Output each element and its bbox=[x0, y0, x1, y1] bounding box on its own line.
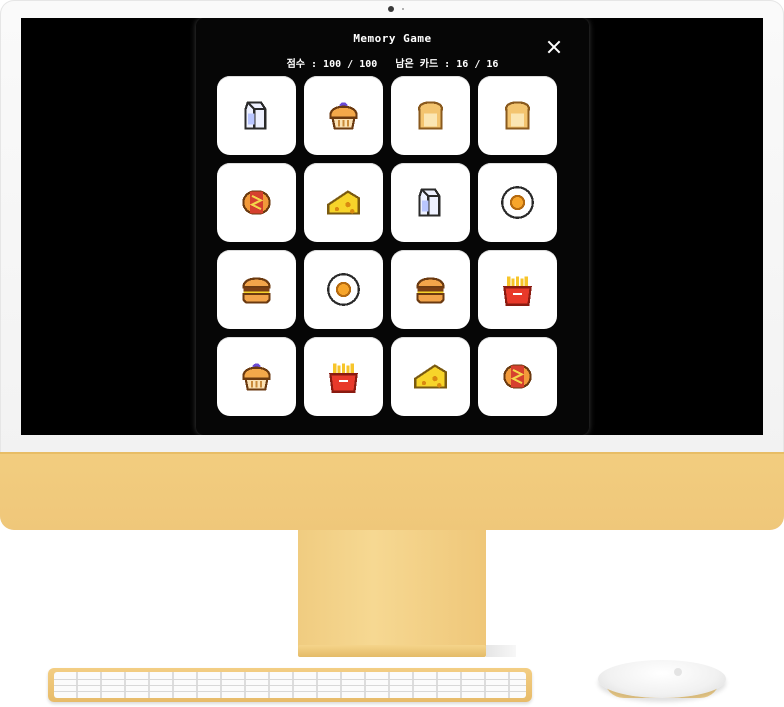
memory-card[interactable] bbox=[478, 163, 557, 242]
score-max: 100 bbox=[359, 59, 378, 70]
close-icon[interactable] bbox=[547, 40, 561, 54]
score-value: 100 bbox=[323, 59, 342, 70]
memory-card[interactable] bbox=[478, 76, 557, 155]
memory-card[interactable] bbox=[304, 76, 383, 155]
memory-card[interactable] bbox=[391, 337, 470, 416]
mouse bbox=[598, 660, 726, 698]
screen: Memory Game 점수 : 100 / 100 남은 카드 : 16 / … bbox=[21, 18, 763, 435]
memory-card[interactable] bbox=[478, 250, 557, 329]
memory-card[interactable] bbox=[304, 250, 383, 329]
camera-sensor bbox=[402, 8, 404, 10]
memory-card[interactable] bbox=[391, 250, 470, 329]
score-label: 점수 : bbox=[286, 59, 318, 70]
memory-card[interactable] bbox=[217, 250, 296, 329]
game-modal: Memory Game 점수 : 100 / 100 남은 카드 : 16 / … bbox=[196, 18, 589, 435]
memory-card[interactable] bbox=[304, 337, 383, 416]
imac-stand-base bbox=[298, 645, 486, 657]
remaining-separator: / bbox=[474, 59, 481, 70]
keyboard-row-divider bbox=[54, 685, 526, 686]
memory-card[interactable] bbox=[478, 337, 557, 416]
score-separator: / bbox=[347, 59, 354, 70]
memory-card[interactable] bbox=[217, 76, 296, 155]
imac-chin bbox=[0, 452, 784, 530]
chin-divider bbox=[0, 452, 784, 454]
memory-card[interactable] bbox=[217, 163, 296, 242]
memory-card[interactable] bbox=[391, 163, 470, 242]
game-stats: 점수 : 100 / 100 남은 카드 : 16 / 16 bbox=[196, 55, 589, 70]
game-title: Memory Game bbox=[353, 32, 432, 45]
remaining-label: 남은 카드 : bbox=[395, 59, 451, 70]
remaining-max: 16 bbox=[486, 59, 499, 70]
imac-stand bbox=[298, 530, 486, 648]
keyboard-row-divider bbox=[54, 679, 526, 680]
camera-icon bbox=[388, 6, 394, 12]
memory-card[interactable] bbox=[304, 163, 383, 242]
apple-logo-icon bbox=[674, 668, 682, 676]
card-board bbox=[217, 76, 557, 416]
memory-card[interactable] bbox=[391, 76, 470, 155]
remaining-value: 16 bbox=[456, 59, 469, 70]
keyboard bbox=[48, 668, 532, 702]
stand-shadow bbox=[486, 645, 516, 657]
keyboard-row-divider bbox=[54, 691, 526, 692]
memory-card[interactable] bbox=[217, 337, 296, 416]
